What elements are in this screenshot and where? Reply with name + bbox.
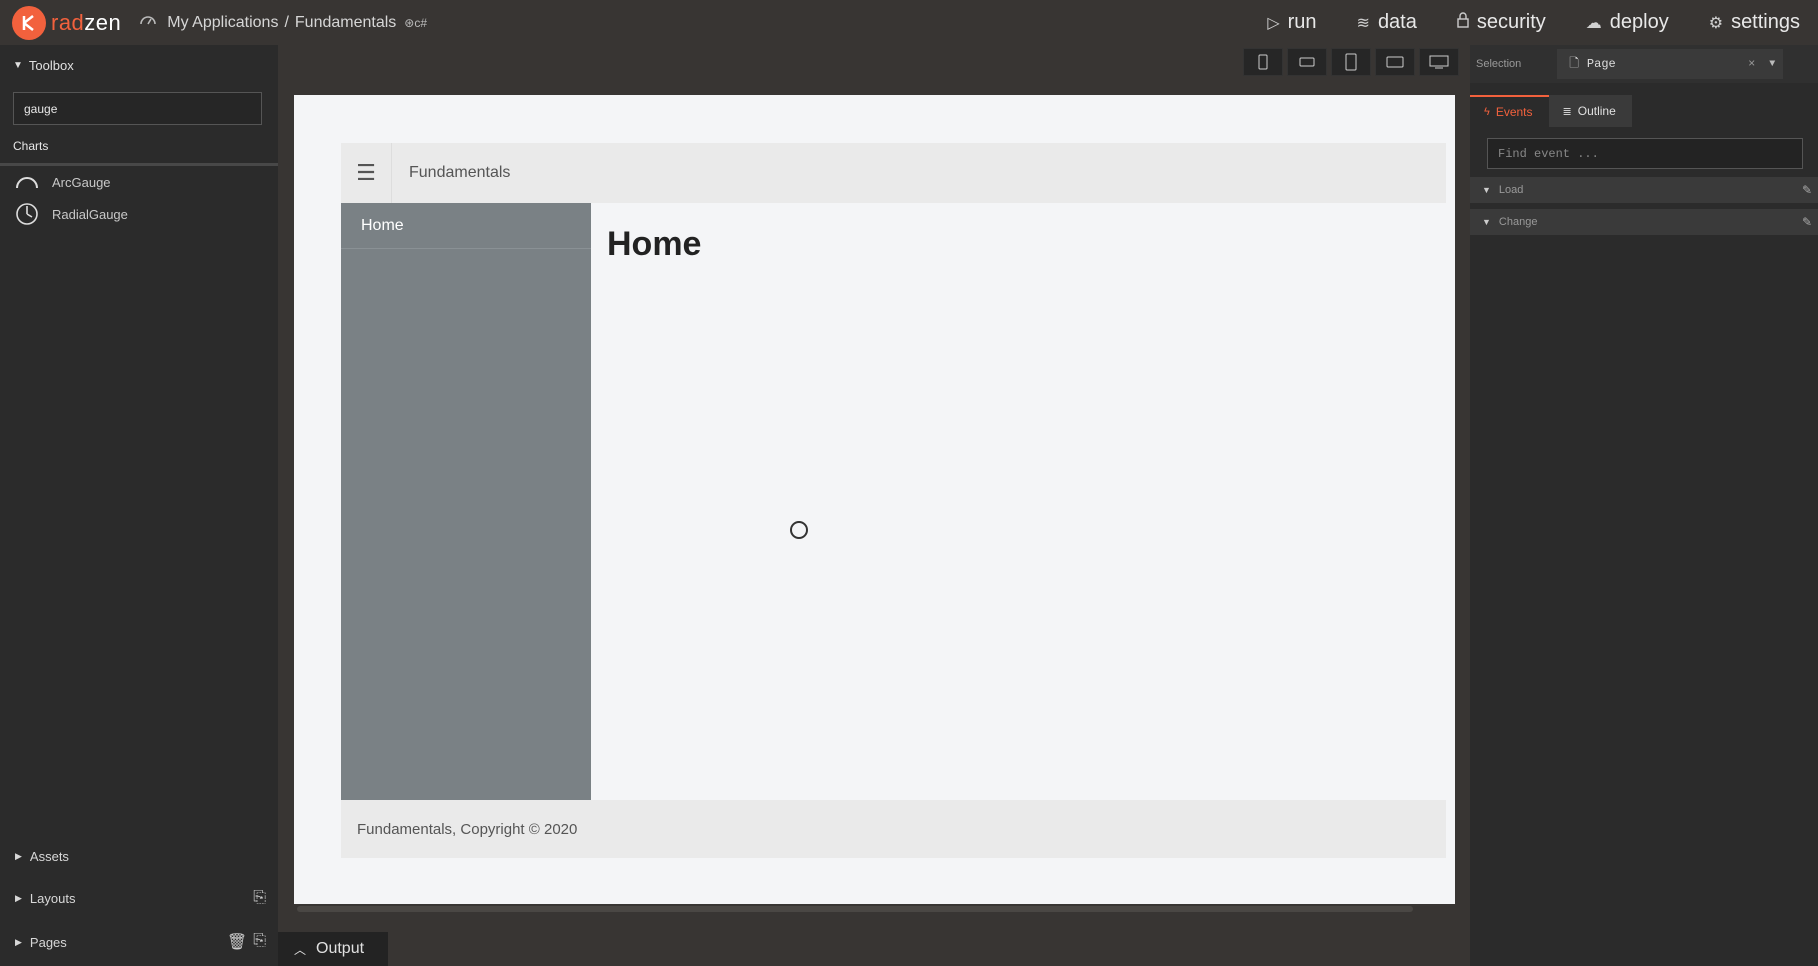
- lock-icon: [1457, 12, 1469, 33]
- radial-gauge-icon: [15, 202, 39, 226]
- toolbox-item-label: RadialGauge: [52, 206, 128, 222]
- toolbox-search-input[interactable]: gauge: [13, 92, 262, 125]
- radzen-logo-mark: [12, 5, 46, 40]
- play-icon: ▷: [1267, 14, 1280, 32]
- toolbox-item-radialgauge[interactable]: RadialGauge: [0, 198, 278, 230]
- selection-value: Page: [1586, 57, 1616, 71]
- deploy-button[interactable]: ☁ deploy: [1586, 11, 1669, 34]
- caret-down-icon: ▼: [1482, 217, 1491, 227]
- tablet-landscape-button[interactable]: [1375, 48, 1415, 76]
- find-event-input[interactable]: Find event ...: [1487, 138, 1803, 169]
- app-nav-item-home[interactable]: Home: [341, 203, 591, 249]
- outline-icon: ≣: [1562, 105, 1572, 118]
- dashboard-icon[interactable]: [139, 12, 157, 33]
- breadcrumb: My Applications / Fundamentals ⊛c#: [139, 12, 427, 33]
- breadcrumb-separator: /: [284, 13, 289, 31]
- drag-cursor-indicator: [790, 521, 808, 539]
- data-button[interactable]: ≋ data: [1357, 11, 1417, 34]
- tab-outline[interactable]: ≣ Outline: [1548, 95, 1632, 127]
- caret-down-icon: ▼: [13, 59, 23, 71]
- clear-selection-icon[interactable]: ×: [1748, 57, 1755, 71]
- design-canvas[interactable]: ☰ Fundamentals Home Home Fundamentals, C…: [294, 95, 1455, 904]
- cloud-upload-icon: ☁: [1585, 14, 1602, 32]
- assets-section[interactable]: ▶ Assets: [0, 835, 278, 877]
- tablet-landscape-icon: [1386, 56, 1404, 68]
- app-body[interactable]: Home: [591, 203, 1446, 800]
- radzen-logo[interactable]: radzen: [12, 5, 122, 40]
- desktop-icon: [1429, 55, 1449, 69]
- tablet-portrait-icon: [1345, 53, 1357, 71]
- pages-section[interactable]: ▶ Pages 🗑 ⎘: [0, 921, 278, 963]
- caret-down-icon: ▼: [1482, 185, 1491, 195]
- tablet-portrait-button[interactable]: [1331, 48, 1371, 76]
- app-sidebar[interactable]: Home: [341, 203, 591, 800]
- layouts-label: Layouts: [29, 890, 76, 906]
- toolbox-item-arcgauge[interactable]: ArcGauge: [0, 166, 278, 198]
- phone-landscape-button[interactable]: [1287, 48, 1327, 76]
- caret-right-icon: ▶: [15, 892, 22, 903]
- layers-icon: ≋: [1356, 14, 1370, 32]
- top-bar: radzen My Applications / Fundamentals ⊛c…: [0, 0, 1818, 45]
- canvas-horizontal-scrollbar[interactable]: [297, 906, 1413, 912]
- lightning-icon: ϟ: [1484, 106, 1490, 118]
- caret-right-icon: ▶: [15, 936, 22, 947]
- app-header-title: Fundamentals: [409, 164, 511, 181]
- properties-tabs: ϟ Events ≣ Outline: [1470, 95, 1818, 127]
- gear-icon: ⚙: [1708, 14, 1724, 32]
- selection-row: Selection 🗋 Page × ▼: [1470, 45, 1818, 83]
- phone-landscape-icon: [1299, 57, 1315, 67]
- edit-icon[interactable]: ✎: [1802, 183, 1812, 197]
- toolbox-panel: ▼ Toolbox gauge Charts ArcGauge RadialGa…: [0, 45, 278, 966]
- page-heading: Home: [607, 225, 702, 263]
- delete-page-icon[interactable]: 🗑: [227, 932, 247, 952]
- event-row-change[interactable]: ▼ Change ✎: [1470, 209, 1818, 235]
- tab-events[interactable]: ϟ Events: [1470, 95, 1549, 127]
- output-panel-toggle[interactable]: ︿ Output: [278, 932, 388, 966]
- radzen-wordmark: radzen: [51, 9, 122, 35]
- edit-icon[interactable]: ✎: [1802, 215, 1812, 229]
- properties-panel: Selection 🗋 Page × ▼ ϟ Events ≣ Outline …: [1470, 45, 1818, 966]
- tab-events-label: Events: [1495, 105, 1533, 119]
- output-label: Output: [316, 940, 365, 957]
- tab-outline-label: Outline: [1577, 104, 1616, 118]
- caret-right-icon: ▶: [15, 850, 22, 861]
- event-label: Load: [1498, 184, 1524, 196]
- chevron-down-icon[interactable]: ▼: [1769, 59, 1775, 70]
- security-button[interactable]: security: [1457, 11, 1546, 34]
- selection-dropdown[interactable]: 🗋 Page × ▼: [1557, 49, 1784, 79]
- page-icon: 🗋: [1569, 56, 1579, 71]
- phone-portrait-button[interactable]: [1243, 48, 1283, 76]
- new-page-icon[interactable]: ⎘: [253, 932, 266, 952]
- pages-label: Pages: [29, 934, 67, 950]
- chevron-up-icon: ︿: [294, 942, 307, 957]
- breadcrumb-root[interactable]: My Applications: [167, 14, 278, 32]
- new-layout-icon[interactable]: ⎘: [253, 889, 266, 907]
- hamburger-menu-icon[interactable]: ☰: [341, 143, 392, 203]
- language-badge: ⊛c#: [404, 15, 428, 30]
- category-label-charts: Charts: [13, 139, 49, 153]
- run-button[interactable]: ▷ run: [1267, 11, 1316, 34]
- arc-gauge-icon: [15, 170, 39, 194]
- event-row-load[interactable]: ▼ Load ✎: [1470, 177, 1818, 203]
- desktop-button[interactable]: [1419, 48, 1459, 76]
- device-preview-bar: [1243, 48, 1459, 76]
- event-label: Change: [1498, 216, 1538, 228]
- assets-label: Assets: [29, 848, 69, 864]
- breadcrumb-project[interactable]: Fundamentals: [295, 14, 396, 32]
- settings-button[interactable]: ⚙ settings: [1709, 11, 1800, 34]
- top-navigation: ▷ run ≋ data security ☁ deploy ⚙ settings: [1267, 0, 1818, 45]
- phone-portrait-icon: [1258, 54, 1268, 70]
- toolbox-item-label: ArcGauge: [52, 174, 111, 190]
- app-footer: Fundamentals, Copyright © 2020: [341, 800, 1446, 858]
- selection-label: Selection: [1476, 58, 1522, 70]
- toolbox-header[interactable]: ▼ Toolbox: [0, 45, 278, 85]
- toolbox-title: Toolbox: [28, 57, 74, 73]
- layouts-section[interactable]: ▶ Layouts ⎘: [0, 877, 278, 919]
- app-header[interactable]: ☰ Fundamentals: [341, 143, 1446, 203]
